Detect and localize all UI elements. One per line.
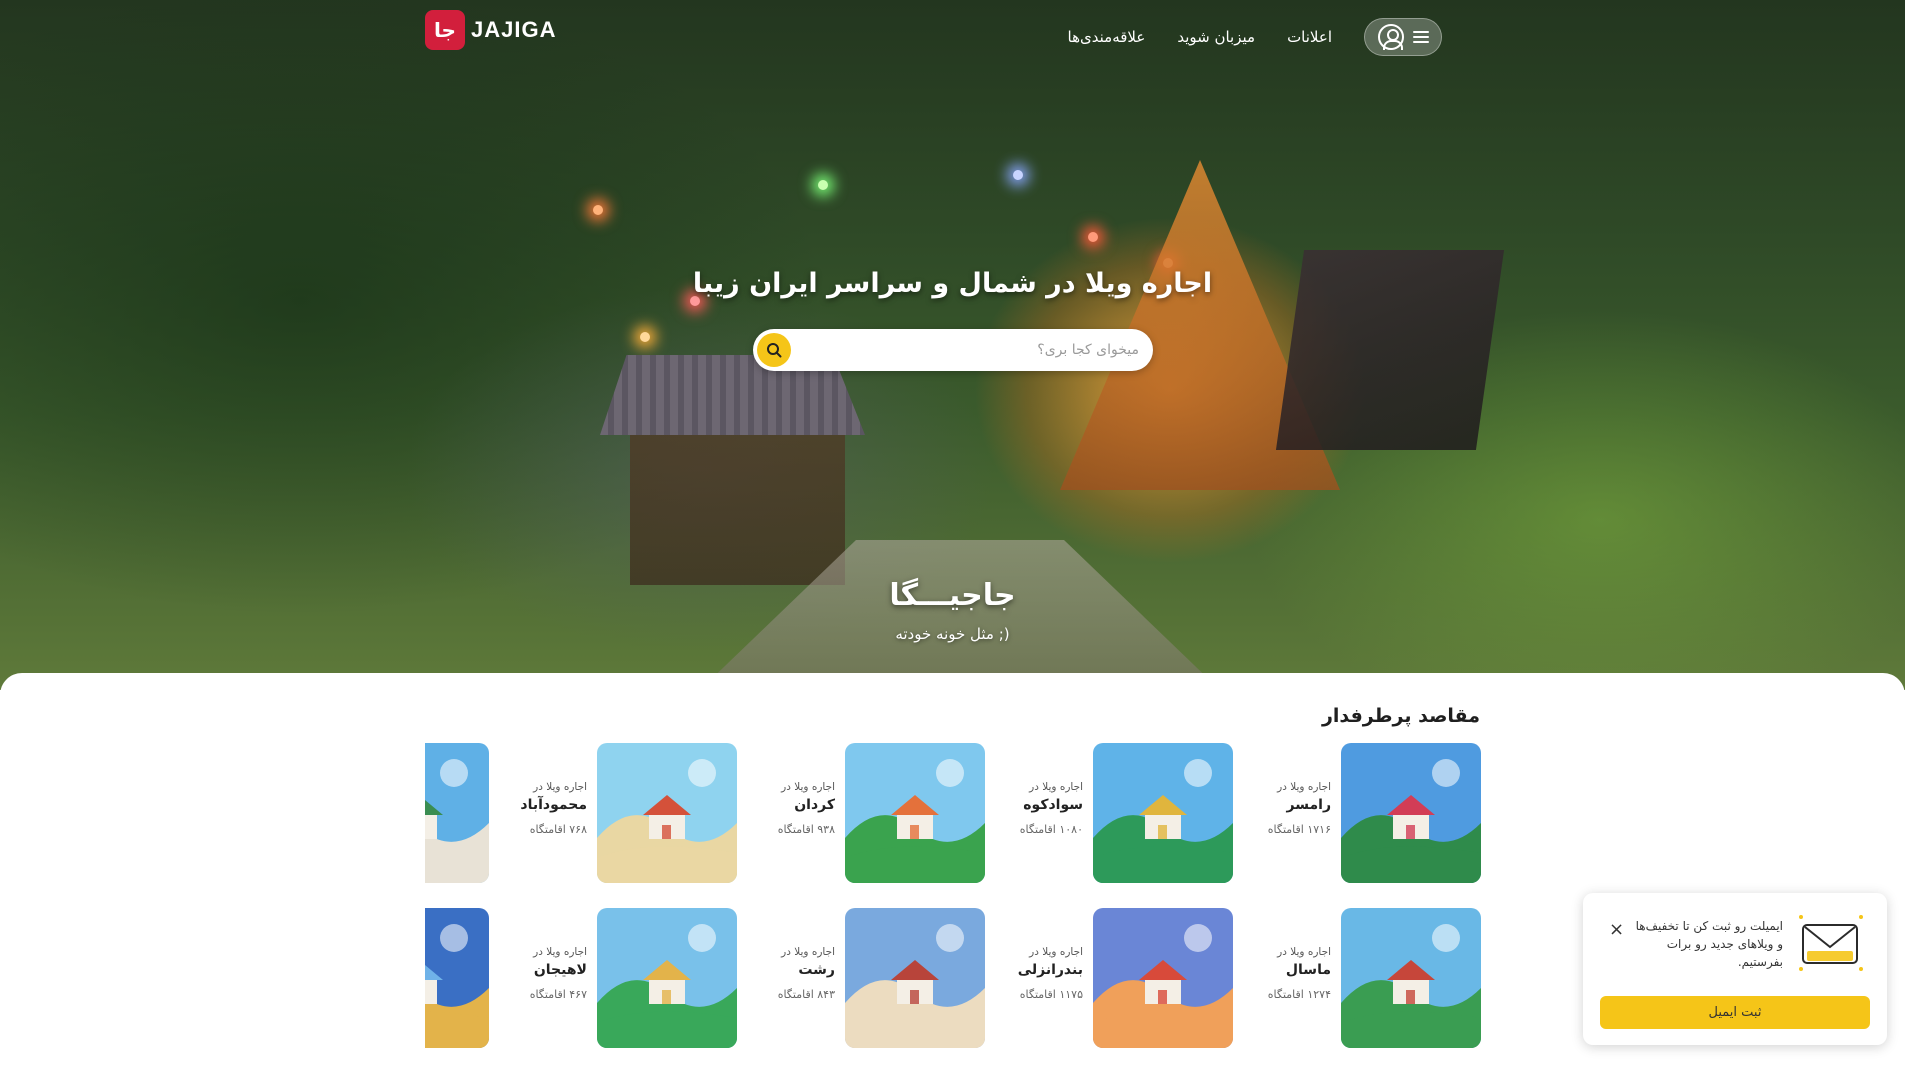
logo[interactable]: جا JAJIGA xyxy=(425,10,556,50)
destination-image xyxy=(1341,908,1481,1048)
logo-text: JAJIGA xyxy=(471,17,557,42)
destination-count: ۴۶۷ اقامتگاه xyxy=(529,988,587,1001)
destination-prefix: اجاره ویلا در xyxy=(1277,946,1331,958)
destination-image-partial[interactable] xyxy=(425,743,489,883)
destination-text: اجاره ویلا در محمودآباد ۷۶۸ اقامتگاه xyxy=(502,781,587,836)
destination-image xyxy=(845,743,985,883)
destination-text: اجاره ویلا در رشت ۸۴۳ اقامتگاه xyxy=(750,946,835,1001)
destination-image xyxy=(845,908,985,1048)
destination-illustration xyxy=(1341,908,1481,1048)
destination-illustration xyxy=(845,743,985,883)
destination-prefix: اجاره ویلا در xyxy=(533,781,587,793)
destination-text: اجاره ویلا در بندرانزلی ۱۱۷۵ اقامتگاه xyxy=(998,946,1083,1001)
string-light xyxy=(593,205,603,215)
destination-name: لاهیجان xyxy=(533,962,587,978)
destination-text: اجاره ویلا در لاهیجان ۴۶۷ اقامتگاه xyxy=(502,946,587,1001)
string-light xyxy=(1013,170,1023,180)
destination-text: اجاره ویلا در ماسال ۱۲۷۴ اقامتگاه xyxy=(1246,946,1331,1001)
destination-name: کردان xyxy=(794,797,835,813)
destination-card[interactable]: اجاره ویلا در رامسر ۱۷۱۶ اقامتگاه xyxy=(1241,743,1481,883)
destination-image xyxy=(1093,743,1233,883)
logo-mark: جا xyxy=(425,10,465,50)
string-light xyxy=(640,332,650,342)
destination-illustration xyxy=(597,743,737,883)
hamburger-icon xyxy=(1412,31,1429,43)
destination-card[interactable]: اجاره ویلا در محمودآباد ۷۶۸ اقامتگاه xyxy=(497,743,737,883)
submit-email-button[interactable]: ثبت ایمیل xyxy=(1600,996,1870,1029)
nav-notifications[interactable]: اعلانات xyxy=(1287,28,1332,46)
destination-prefix: اجاره ویلا در xyxy=(781,946,835,958)
destination-illustration xyxy=(845,908,985,1048)
close-icon[interactable]: × xyxy=(1609,919,1624,940)
nav-favorites[interactable]: علاقه‌مندی‌ها xyxy=(1068,28,1146,46)
destination-image xyxy=(597,743,737,883)
string-light xyxy=(818,180,828,190)
destination-card[interactable]: اجاره ویلا در سوادکوه ۱۰۸۰ اقامتگاه xyxy=(993,743,1233,883)
destination-card[interactable]: اجاره ویلا در ماسال ۱۲۷۴ اقامتگاه xyxy=(1241,908,1481,1048)
destination-count: ۹۳۸ اقامتگاه xyxy=(777,823,835,836)
destination-count: ۷۶۸ اقامتگاه xyxy=(529,823,587,836)
destination-card[interactable]: اجاره ویلا در کردان ۹۳۸ اقامتگاه xyxy=(745,743,985,883)
destination-text: اجاره ویلا در رامسر ۱۷۱۶ اقامتگاه xyxy=(1246,781,1331,836)
string-light xyxy=(1088,232,1098,242)
hero-section: جا JAJIGA اعلانات میزبان شوید علاقه‌مندی… xyxy=(0,0,1905,690)
destination-image-partial[interactable] xyxy=(425,908,489,1048)
section-title-popular: مقاصد پرطرفدار xyxy=(1321,705,1480,727)
user-menu-button[interactable] xyxy=(1364,18,1442,56)
destination-prefix: اجاره ویلا در xyxy=(781,781,835,793)
newsletter-text: ایمیلت رو ثبت کن تا تخفیف‌ها و ویلاهای ج… xyxy=(1635,919,1783,969)
newsletter-popup: × ایمیلت رو ثبت کن تا تخفیف‌ها و ویلاهای… xyxy=(1583,893,1887,1045)
envelope-icon xyxy=(1799,915,1863,971)
destination-count: ۱۰۸۰ اقامتگاه xyxy=(1019,823,1083,836)
hero-title: اجاره ویلا در شمال و سراسر ایران زیبا xyxy=(692,268,1213,299)
user-avatar-icon xyxy=(1377,24,1404,50)
destination-count: ۱۷۱۶ اقامتگاه xyxy=(1267,823,1331,836)
search-input[interactable] xyxy=(791,342,1149,358)
hero-tagline: مثل خونه خودته ;) xyxy=(895,625,1010,643)
top-nav: اعلانات میزبان شوید علاقه‌مندی‌ها xyxy=(1068,18,1442,56)
destination-grid: اجاره ویلا در رامسر ۱۷۱۶ اقامتگاه اجاره ویل… xyxy=(425,743,1481,1063)
search-button[interactable] xyxy=(757,333,791,367)
destination-image xyxy=(1093,908,1233,1048)
destination-name: سوادکوه xyxy=(1023,797,1083,813)
destination-prefix: اجاره ویلا در xyxy=(1277,781,1331,793)
destination-text: اجاره ویلا در سوادکوه ۱۰۸۰ اقامتگاه xyxy=(998,781,1083,836)
destination-card[interactable]: اجاره ویلا در بندرانزلی ۱۱۷۵ اقامتگاه xyxy=(993,908,1233,1048)
destination-count: ۱۲۷۴ اقامتگاه xyxy=(1267,988,1331,1001)
search-bar[interactable] xyxy=(753,329,1153,371)
destination-prefix: اجاره ویلا در xyxy=(1029,946,1083,958)
destination-name: رامسر xyxy=(1286,797,1331,813)
destination-name: رشت xyxy=(798,962,835,978)
destination-illustration xyxy=(1093,743,1233,883)
destination-name: ماسال xyxy=(1285,962,1331,978)
hero-brand-name: جاجیـــگا xyxy=(889,578,1016,613)
destination-count: ۱۱۷۵ اقامتگاه xyxy=(1019,988,1083,1001)
destination-name: بندرانزلی xyxy=(1017,962,1083,978)
nav-become-host[interactable]: میزبان شوید xyxy=(1177,28,1255,46)
destination-illustration xyxy=(425,743,489,883)
destination-illustration xyxy=(1341,743,1481,883)
destination-illustration xyxy=(425,908,489,1048)
destination-card[interactable]: اجاره ویلا در لاهیجان ۴۶۷ اقامتگاه xyxy=(497,908,737,1048)
destination-prefix: اجاره ویلا در xyxy=(1029,781,1083,793)
destination-illustration xyxy=(1093,908,1233,1048)
destination-image xyxy=(1341,743,1481,883)
search-icon xyxy=(767,343,782,358)
destination-text: اجاره ویلا در کردان ۹۳۸ اقامتگاه xyxy=(750,781,835,836)
destination-prefix: اجاره ویلا در xyxy=(533,946,587,958)
gazebo-illustration xyxy=(630,435,845,585)
destination-count: ۸۴۳ اقامتگاه xyxy=(777,988,835,1001)
destination-card[interactable]: اجاره ویلا در رشت ۸۴۳ اقامتگاه xyxy=(745,908,985,1048)
destination-name: محمودآباد xyxy=(520,797,587,813)
destination-image xyxy=(597,908,737,1048)
destination-illustration xyxy=(597,908,737,1048)
